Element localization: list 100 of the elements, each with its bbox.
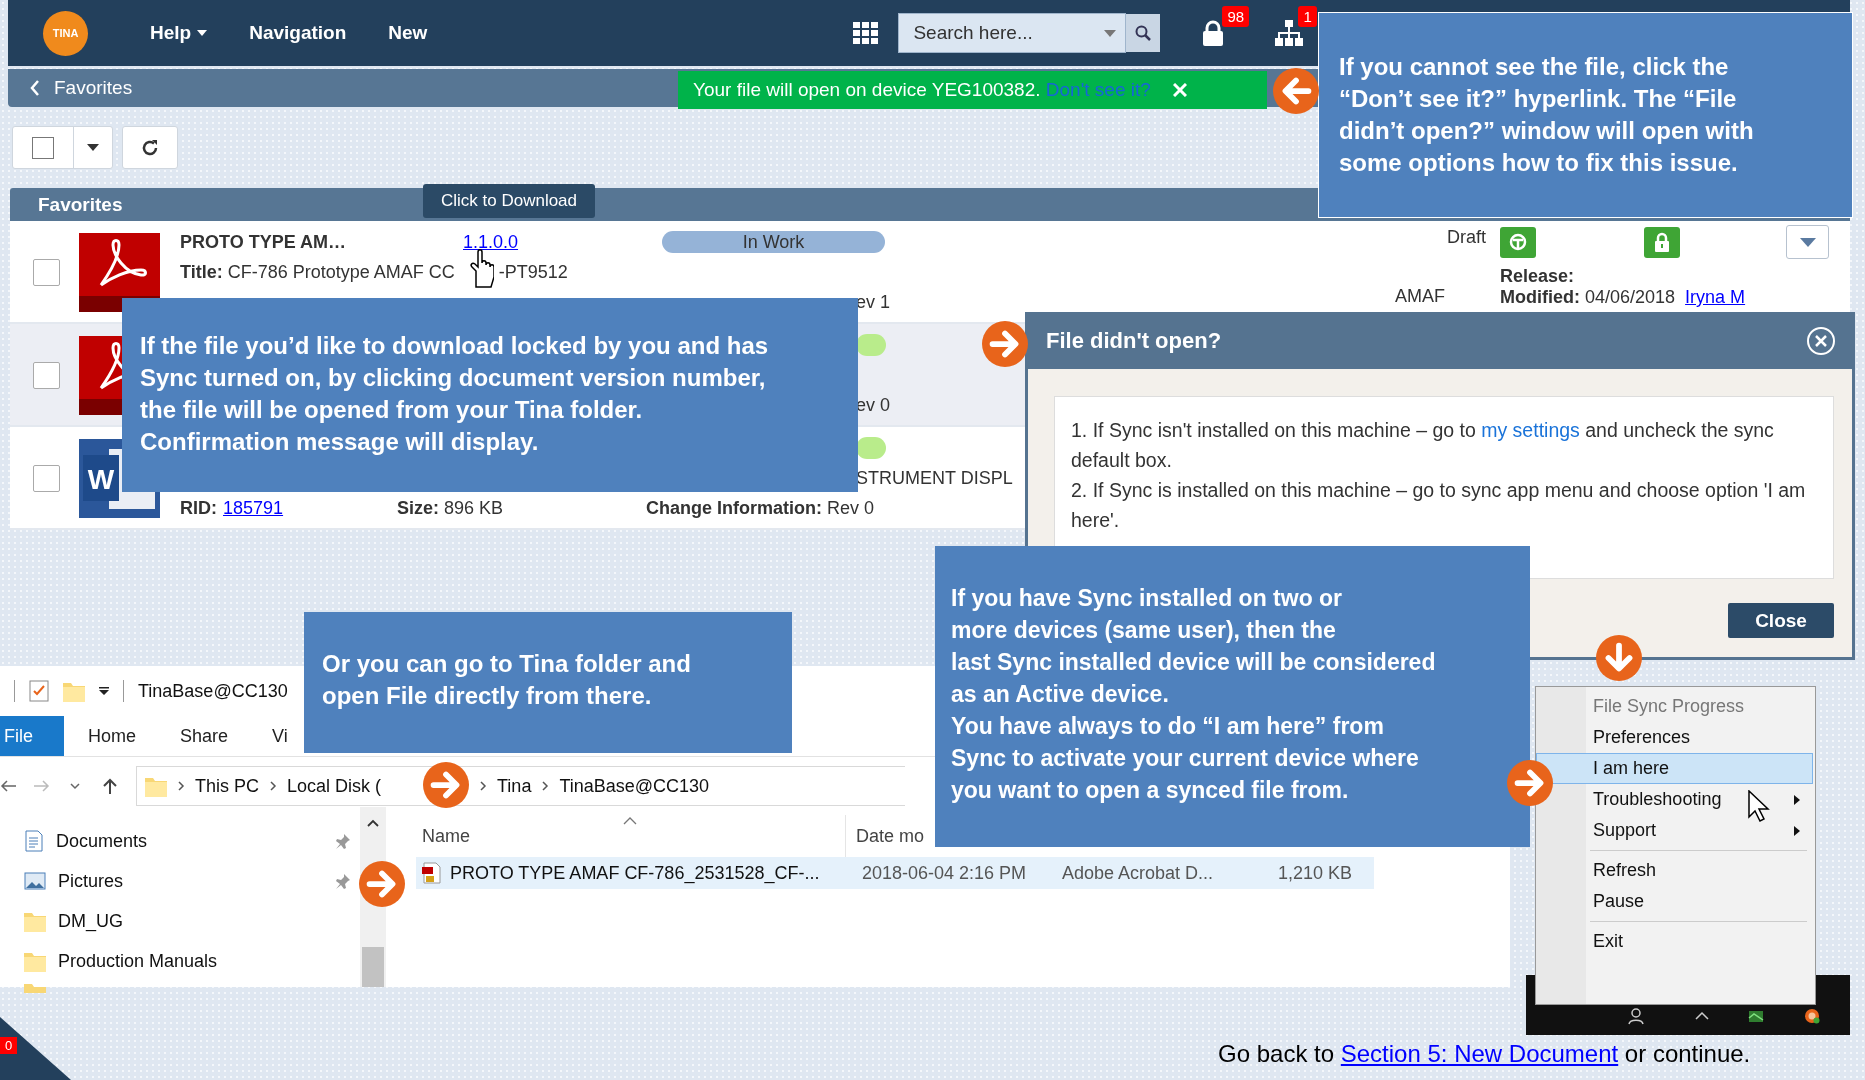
document-icon (24, 830, 44, 852)
notification-badge: 0 (0, 1037, 18, 1054)
select-all-button[interactable] (12, 126, 113, 169)
navigation-text: Go back to Section 5: New Document or continue. (1218, 1040, 1751, 1068)
status-pill: In Work (662, 231, 885, 253)
file-menu[interactable]: File (0, 716, 64, 756)
nav-item[interactable]: Pictures (0, 861, 360, 901)
path-segment[interactable]: Tina (497, 775, 532, 797)
lock-icon[interactable] (1202, 20, 1225, 46)
modified-text: Modified: 04/06/2018 (1500, 287, 1676, 308)
chevron-icon (479, 781, 488, 791)
refresh-icon (141, 138, 159, 157)
file-row[interactable]: PROTO TYPE AMAF CF-786_2531528_CF-... 2018-06-04 2:16 PM Adobe Acrobat D... 1,210 KB (416, 857, 1374, 889)
pin-icon (335, 873, 351, 889)
network-icon[interactable] (1275, 20, 1304, 46)
lock-button[interactable] (1644, 226, 1680, 258)
back-arrow-icon (0, 778, 16, 794)
instruction-text: 2. If Sync is installed on this machine – go to sync app menu and choose option 'I am here'. (1071, 478, 1807, 533)
release-label: Release: (1500, 266, 1576, 287)
section-link[interactable]: Section 5: New Document (1340, 1040, 1619, 1067)
path-segment[interactable]: This PC (195, 775, 259, 797)
back-button[interactable] (30, 80, 40, 96)
state-text: Draft (1447, 227, 1486, 248)
search-field[interactable]: Search here... (898, 13, 1127, 53)
nav-item[interactable]: Documents (0, 821, 360, 861)
lock-icon (1654, 232, 1670, 252)
close-button[interactable] (1806, 325, 1836, 356)
document-name: PROTO TYPE AM… (180, 231, 348, 253)
forward-arrow-icon (34, 778, 50, 794)
monitor-icon[interactable] (1748, 1008, 1764, 1025)
dropdown-button[interactable] (1786, 225, 1829, 259)
chevron-icon (269, 781, 277, 791)
checkbox[interactable] (33, 258, 60, 286)
menu-item[interactable]: Exit (1536, 926, 1813, 957)
callout-text: If you have Sync installed on two or more devices (same user), then the last Sync installed device will be considered as an Active device. You have always to do “I am here” from Sync to activate your current device where you want to open a synced file from. (935, 546, 1530, 847)
document-title: -PT9512 (498, 261, 568, 283)
window-title: TinaBase@CC130 (138, 680, 288, 702)
close-button[interactable]: Close (1728, 603, 1834, 638)
menu-item[interactable]: Help (150, 22, 208, 44)
caret-icon (87, 144, 99, 151)
change-info-text: Change Information: Rev 0 (646, 497, 876, 519)
caret-up-icon (367, 819, 379, 827)
pdf-icon (79, 232, 160, 312)
instruction-text: 1. If Sync isn't installed on this machine – go to my settings and uncheck the sync default box. (1071, 418, 1775, 473)
pin-icon (335, 833, 351, 849)
person-icon[interactable] (1628, 1008, 1644, 1025)
menu-item[interactable]: Preferences (1536, 722, 1813, 753)
search-icon (1135, 25, 1152, 41)
up-arrow-button[interactable] (102, 778, 118, 794)
nav-item[interactable]: Production Manuals (0, 941, 360, 981)
menu-item[interactable]: New (388, 22, 428, 44)
refresh-button[interactable] (122, 126, 178, 169)
checkbox[interactable] (33, 464, 60, 492)
path-segment[interactable]: TinaBase@CC130 (559, 775, 710, 797)
sync-icon (1508, 232, 1528, 252)
file-size: 1,210 KB (1276, 862, 1352, 884)
menu-item[interactable]: Navigation (249, 22, 347, 44)
chevron-left-icon (30, 80, 40, 96)
chevron-icon (177, 781, 185, 791)
folder-icon (24, 950, 46, 972)
folder-icon (145, 775, 167, 797)
menu-item[interactable]: Refresh (1536, 855, 1813, 886)
menu-item[interactable]: I am here (1536, 753, 1813, 784)
mouse-pointer-icon (1748, 790, 1770, 822)
submenu-arrow-icon (1794, 794, 1800, 805)
caret-icon[interactable] (99, 687, 109, 695)
notification-badge: 1 (1298, 6, 1317, 27)
user-link[interactable]: Iryna M (1685, 287, 1746, 308)
sync-app-icon[interactable] (1804, 1008, 1820, 1025)
ribbon-tab[interactable]: Share (156, 716, 229, 756)
menu-item[interactable]: Pause (1536, 886, 1813, 917)
checkbox[interactable] (33, 361, 60, 389)
folder-icon (24, 981, 46, 993)
checklist-icon[interactable] (29, 680, 49, 702)
file-date: 2018-06-04 2:16 PM (862, 862, 1028, 884)
sort-caret-icon (623, 817, 637, 825)
ribbon-tab[interactable]: Home (64, 716, 136, 756)
search-button[interactable] (1126, 14, 1161, 52)
callout-text: If the file you’d like to download locked by you and has Sync turned on, by clicking document version number, the file will be opened from your Tina folder. Confirmation message will display. (122, 298, 858, 492)
version-link[interactable]: 1.1.0.0 (463, 231, 646, 253)
file-name: PROTO TYPE AMAF CF-786_2531528_CF-... (450, 862, 820, 884)
tooltip: Click to Download (423, 184, 595, 218)
grid-icon[interactable] (853, 22, 879, 44)
settings-link[interactable]: my settings (1481, 419, 1580, 441)
menu-item[interactable]: Support (1536, 815, 1813, 846)
column-header[interactable]: Date mo (846, 815, 926, 857)
nav-item[interactable]: DM_UG (0, 901, 360, 941)
rid-link[interactable]: 185791 (223, 497, 284, 519)
dialog-title: File didn't open? (1046, 327, 1222, 354)
path-segment[interactable]: Local Disk ( (287, 775, 382, 797)
checkbox[interactable] (32, 136, 54, 159)
sync-button[interactable] (1500, 226, 1536, 258)
close-icon[interactable] (1172, 83, 1187, 97)
caret-icon (1799, 237, 1816, 247)
description-text: STRUMENT DISPL (856, 467, 1014, 489)
scrollbar-thumb[interactable] (362, 947, 384, 987)
rid-label: RID: (180, 497, 217, 519)
picture-icon (24, 872, 46, 890)
back-arrow-button[interactable] (0, 778, 16, 794)
ribbon-tab[interactable]: Vi (248, 716, 288, 756)
